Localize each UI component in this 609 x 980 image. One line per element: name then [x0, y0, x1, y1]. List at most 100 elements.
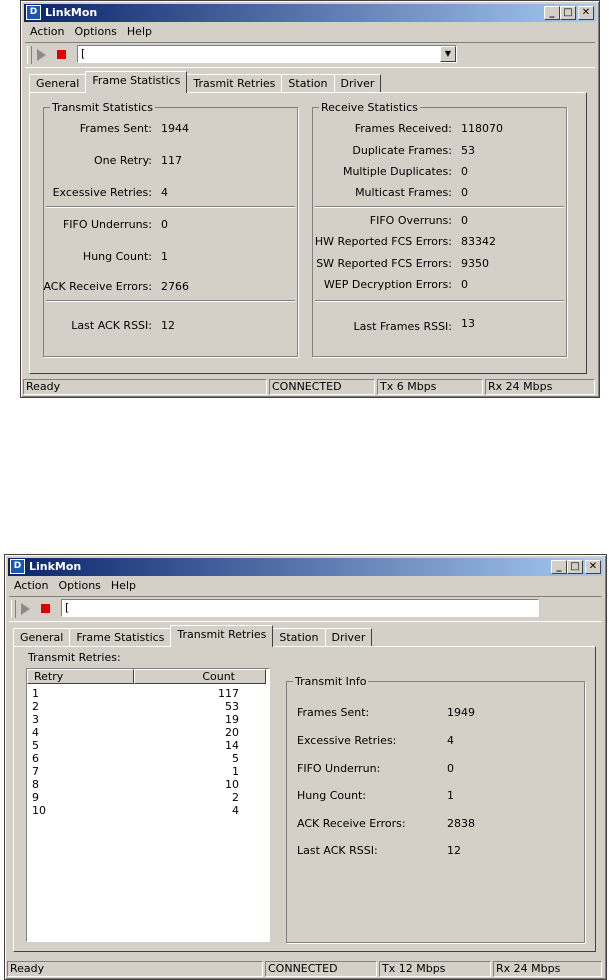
retry-count: 1 — [232, 765, 239, 778]
list-item[interactable]: 8 10 — [27, 778, 269, 791]
tx-rate: Tx 12 Mbps — [379, 961, 491, 977]
retries-list[interactable]: Retry Count 1 117 2 53 3 19 4 20 5 14 65 71 8… — [26, 668, 270, 942]
retry-count: 4 — [232, 804, 239, 817]
toolbar-grip[interactable] — [27, 46, 32, 64]
tab-panel: Transmit Retries: Retry Count 1 117 2 53 3… — [13, 646, 596, 952]
transmit-info-group: Transmit Info Frames Sent: 1949 Excessiv… — [286, 675, 585, 943]
stop-icon[interactable] — [57, 50, 66, 59]
info-label: Last ACK RSSI: — [297, 844, 378, 857]
list-item[interactable]: 92 — [27, 791, 269, 804]
menu-help[interactable]: Help — [106, 577, 141, 595]
stat-label: One Retry: — [93, 154, 152, 167]
list-item[interactable]: 71 — [27, 765, 269, 778]
stat-label: Duplicate Frames: — [352, 144, 452, 157]
stop-icon[interactable] — [41, 604, 50, 613]
info-value: 2838 — [447, 817, 475, 830]
title-bar[interactable]: D LinkMon _ □ ✕ — [8, 558, 603, 576]
receive-statistics-group: Receive Statistics Frames Received: 1180… — [312, 101, 567, 357]
info-value: 12 — [447, 844, 461, 857]
list-item[interactable]: 5 14 — [27, 739, 269, 752]
close-button[interactable]: ✕ — [578, 6, 594, 20]
toolbar-grip[interactable] — [11, 600, 16, 618]
retry-number: 1 — [32, 687, 39, 700]
stat-value: 0 — [461, 278, 468, 291]
toolbar: [ — [9, 596, 602, 622]
maximize-button[interactable]: □ — [560, 6, 576, 20]
column-header-count[interactable]: Count — [134, 669, 266, 684]
stat-label: WEP Decryption Errors: — [323, 278, 452, 291]
chevron-down-icon[interactable]: ▼ — [440, 46, 456, 62]
stat-label: Frames Sent: — [79, 122, 152, 135]
menu-action[interactable]: Action — [25, 23, 69, 41]
list-item[interactable]: 4 20 — [27, 726, 269, 739]
menu-bar: Action Options Help — [25, 23, 157, 41]
linkmon-window-transmit-retries: D LinkMon _ □ ✕ Action Options Help [ Ge… — [4, 554, 607, 980]
stat-value: 0 — [161, 218, 168, 231]
retry-number: 7 — [32, 765, 39, 778]
tab-strip: General Frame Statistics Trasmit Retries… — [29, 71, 382, 93]
play-icon[interactable] — [37, 49, 46, 61]
adapter-combo-value: [ — [81, 47, 86, 60]
info-value: 4 — [447, 734, 454, 747]
tab-general[interactable]: General — [29, 74, 87, 93]
divider — [315, 206, 564, 208]
list-item[interactable]: 1 117 — [27, 687, 269, 700]
retry-count: 19 — [225, 713, 239, 726]
list-item[interactable]: 3 19 — [27, 713, 269, 726]
stat-value: 1944 — [161, 122, 189, 135]
info-value: 1949 — [447, 706, 475, 719]
tab-general[interactable]: General — [13, 628, 71, 647]
tab-station[interactable]: Station — [281, 74, 335, 93]
window-title: LinkMon — [45, 6, 98, 19]
retry-count: 14 — [225, 739, 239, 752]
menu-action[interactable]: Action — [9, 577, 53, 595]
tab-frame-statistics[interactable]: Frame Statistics — [85, 71, 188, 93]
retry-number: 5 — [32, 739, 39, 752]
list-item[interactable]: 10 4 — [27, 804, 269, 817]
adapter-combo[interactable]: [ — [61, 599, 539, 617]
retry-count: 117 — [218, 687, 239, 700]
stat-label: ACK Receive Errors: — [43, 280, 152, 293]
status-bar: Ready CONNECTED Tx 12 Mbps Rx 24 Mbps — [7, 961, 604, 977]
close-button[interactable]: ✕ — [585, 560, 601, 574]
stat-label: Last Frames RSSI: — [353, 320, 452, 333]
list-item[interactable]: 2 53 — [27, 700, 269, 713]
app-icon: D — [26, 5, 41, 20]
minimize-button[interactable]: _ — [544, 6, 560, 20]
retry-number: 3 — [32, 713, 39, 726]
info-value: 1 — [447, 789, 454, 802]
tab-driver[interactable]: Driver — [324, 628, 373, 647]
minimize-button[interactable]: _ — [551, 560, 567, 574]
maximize-button[interactable]: □ — [567, 560, 583, 574]
menu-help[interactable]: Help — [122, 23, 157, 41]
title-bar[interactable]: D LinkMon _ □ ✕ — [24, 4, 596, 22]
menu-options[interactable]: Options — [69, 23, 121, 41]
adapter-combo[interactable]: [ ▼ — [77, 45, 457, 63]
status-text: Ready — [23, 379, 267, 395]
retry-number: 4 — [32, 726, 39, 739]
info-label: ACK Receive Errors: — [297, 817, 406, 830]
menu-options[interactable]: Options — [53, 577, 105, 595]
play-icon[interactable] — [21, 603, 30, 615]
tab-frame-statistics[interactable]: Frame Statistics — [69, 628, 172, 647]
tab-station[interactable]: Station — [272, 628, 326, 647]
info-label: Hung Count: — [297, 789, 367, 802]
column-header-retry[interactable]: Retry — [27, 669, 134, 684]
stat-label: Multiple Duplicates: — [342, 165, 452, 178]
stat-value: 0 — [461, 186, 468, 199]
connection-status: CONNECTED — [269, 379, 375, 395]
tab-panel: Transmit Statistics Frames Sent: 1944 On… — [29, 92, 587, 374]
retry-number: 6 — [32, 752, 39, 765]
tab-transmit-retries[interactable]: Transmit Retries — [170, 625, 274, 647]
tab-driver[interactable]: Driver — [333, 74, 382, 93]
connection-status: CONNECTED — [265, 961, 377, 977]
group-title: Transmit Info — [293, 675, 369, 688]
info-value: 0 — [447, 762, 454, 775]
linkmon-window-frame-statistics: D LinkMon _ □ ✕ Action Options Help [ ▼ … — [20, 0, 600, 398]
tab-transmit-retries[interactable]: Trasmit Retries — [186, 74, 283, 93]
list-item[interactable]: 65 — [27, 752, 269, 765]
info-label: Frames Sent: — [297, 706, 370, 719]
info-label: FIFO Underrun: — [297, 762, 381, 775]
app-icon: D — [10, 559, 25, 574]
transmit-statistics-group: Transmit Statistics Frames Sent: 1944 On… — [43, 101, 298, 357]
